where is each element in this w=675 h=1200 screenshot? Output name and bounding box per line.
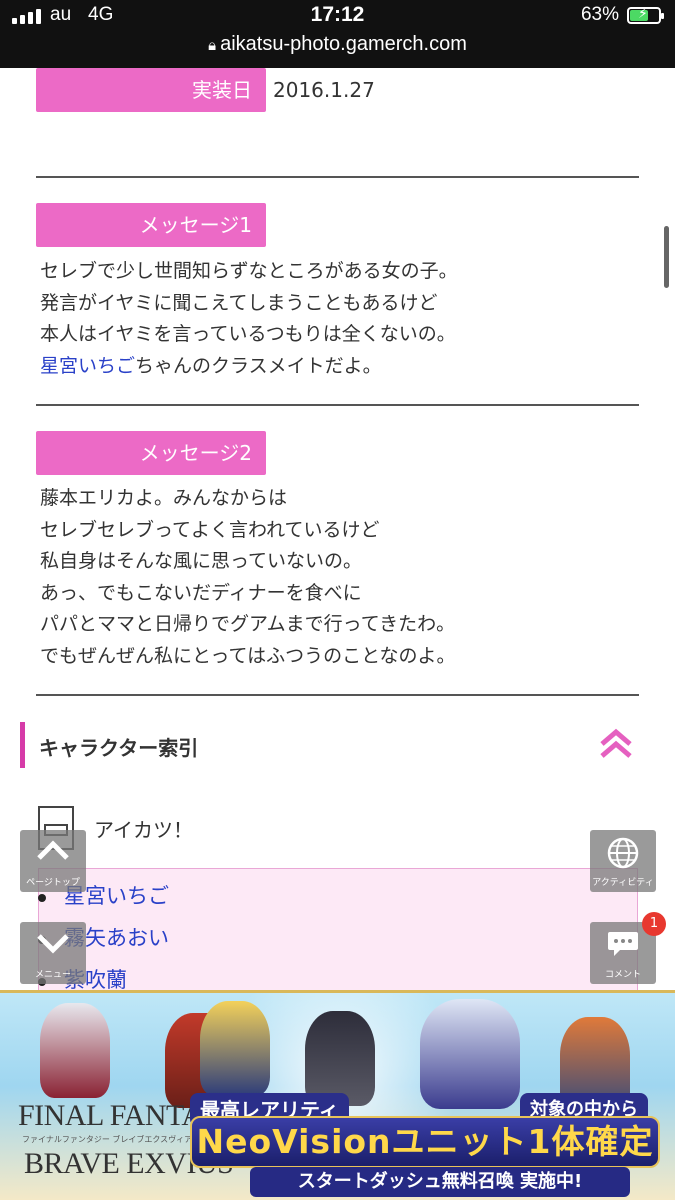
divider [36,176,639,178]
character-link[interactable]: 星宮いちご [40,355,135,377]
message2-label: メッセージ2 [36,431,266,475]
message2-line: セレブセレブってよく言われているけど [40,518,380,541]
comment-label: コメント [604,970,641,980]
ad-logo-subtitle: ファイナルファンタジー ブレイブエクスヴィアス [22,1135,201,1144]
menu-button[interactable]: メニュー [20,922,86,984]
ad-headline: NeoVisionユニット1体確定 [190,1116,660,1168]
message2-line: でもぜんぜん私にとってはふつうのことなのよ。 [40,644,456,667]
ad-character-image [305,1011,375,1106]
message1-label: メッセージ1 [36,203,266,247]
battery-percent: 63% [580,4,619,25]
collapse-chevron-icon[interactable] [596,724,636,764]
message1-line: 本人はイヤミを言っているつもりは全くないの。 [40,323,456,345]
activity-label: アクティビティ [592,878,654,888]
clock: 17:12 [310,3,365,26]
divider [36,694,639,696]
page-top-button[interactable]: ページトップ [20,830,86,892]
message2-text: 藤本エリカよ。みんなからは セレブセレブってよく言われているけど 私自身はそんな… [40,483,456,672]
message1-line: 星宮いちごちゃんのクラスメイトだよ。 [40,351,458,383]
message1-line: セレブで少し世間知らずなところがある女の子。 [40,260,458,282]
ad-character-image [420,999,520,1109]
status-bar: au 4G 17:12 63% ⚡ 🔒︎ aikatsu-photo.gamerc… [0,0,675,68]
comment-button[interactable]: コメント 1 [590,912,666,984]
url-text: aikatsu-photo.gamerch.com [220,33,467,55]
divider [36,404,639,406]
ad-character-image [200,1001,270,1096]
section-title: キャラクター索引 [39,736,199,760]
message1-line: 発言がイヤミに聞こえてしまうこともあるけど [40,291,438,314]
message2-line: 私自身はそんな風に思っていないの。 [40,550,363,572]
activity-button[interactable]: アクティビティ [590,830,656,892]
lock-icon: 🔒︎ [208,37,217,54]
message2-line: 藤本エリカよ。みんなからは [40,487,288,509]
chevron-down-icon [37,934,69,954]
ad-character-image [40,1003,110,1098]
comment-count-badge: 1 [642,912,666,936]
release-date-label: 実装日 [36,68,266,112]
battery-icon: ⚡ [627,6,664,24]
subcategory-label: アイカツ！ [94,818,193,842]
message2-line: パパとママと日帰りでグアムまで行ってきたわ。 [40,613,456,635]
message1-text: セレブで少し世間知らずなところがある女の子。 発言がイヤミに聞こえてしまうことも… [40,256,458,382]
ad-cta: スタートダッシュ無料召喚 実施中! [250,1167,630,1197]
chevron-up-icon [37,840,69,860]
page-top-label: ページトップ [26,878,80,888]
scrollbar[interactable] [664,226,669,288]
message2-line: あっ、でもこないだディナーを食べに [40,581,362,604]
globe-icon [607,837,639,869]
url-bar[interactable]: 🔒︎ aikatsu-photo.gamerch.com [0,33,675,56]
menu-label: メニュー [34,970,71,980]
character-index-header[interactable]: キャラクター索引 [20,722,640,768]
message1-line-suffix: ちゃんのクラスメイトだよ。 [135,354,382,377]
release-date-value: 2016.1.27 [273,78,375,102]
comment-bubble-icon [608,932,638,956]
